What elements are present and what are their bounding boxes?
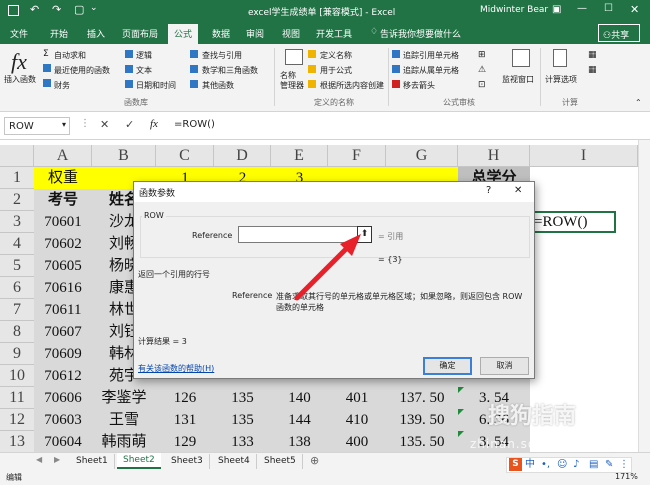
sheet-nav-next-icon[interactable]: ▶ [54,455,60,464]
add-sheet-icon[interactable]: ⊕ [310,454,319,467]
emoji-icon: ☺ [557,459,568,470]
sheet-tab-sheet3[interactable]: Sheet3 [165,454,210,469]
sheet-tab-sheet4[interactable]: Sheet4 [212,454,257,469]
ime-punct-icon: •, [541,459,551,470]
status-bar: ◀ ▶ Sheet1 Sheet2 Sheet3 Sheet4 Sheet5 ⊕… [0,452,650,485]
sheet-tab-sheet1[interactable]: Sheet1 [70,454,115,469]
annotation-arrow [294,234,361,301]
ime-toolbar[interactable]: S 中 •, ☺ ♪ ▤ ✎ ⋮ [506,457,632,473]
ime-language: 中 [525,459,535,470]
keyboard-icon: ▤ [589,459,599,470]
zoom-level[interactable]: 171% [615,472,638,481]
mic-icon: ♪ [573,459,580,470]
mode-indicator: 编辑 [6,473,22,482]
skin-icon: ✎ [605,459,614,470]
sogou-logo-icon: S [509,458,522,471]
sheet-nav-prev-icon[interactable]: ◀ [36,455,42,464]
sheet-tab-sheet5[interactable]: Sheet5 [258,454,303,469]
ime-menu-icon: ⋮ [619,459,629,470]
sheet-tab-sheet2-active[interactable]: Sheet2 [117,453,161,469]
